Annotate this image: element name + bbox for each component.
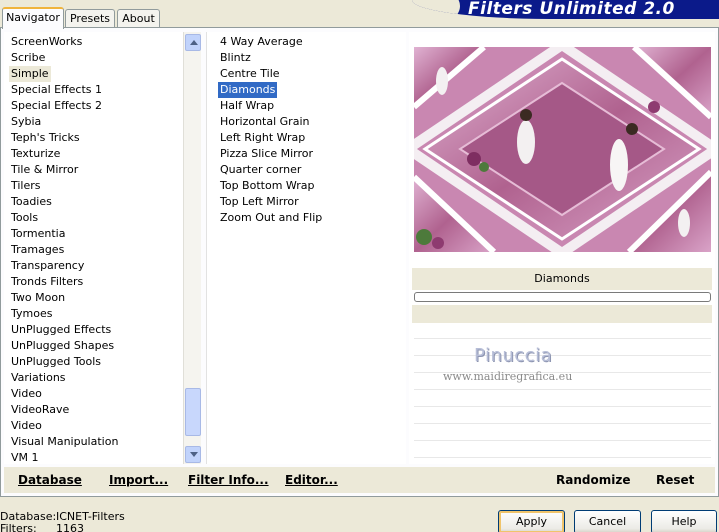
category-item[interactable]: VM 1	[9, 450, 41, 464]
filter-item[interactable]: Pizza Slice Mirror	[218, 146, 315, 162]
watermark-url: www.maidiregrafica.eu	[443, 370, 573, 383]
slider-row	[414, 355, 711, 356]
apply-button[interactable]: Apply	[498, 510, 565, 532]
category-item[interactable]: Tormentia	[9, 226, 67, 242]
chevron-down-icon[interactable]	[185, 446, 201, 463]
slider-row	[414, 389, 711, 390]
reset-button[interactable]: Reset	[656, 467, 694, 493]
filter-item[interactable]: 4 Way Average	[218, 34, 305, 50]
category-item[interactable]: VideoRave	[9, 402, 71, 418]
database-button[interactable]: Database	[18, 467, 82, 493]
filter-item[interactable]: Zoom Out and Flip	[218, 210, 324, 226]
filter-item[interactable]: Left Right Wrap	[218, 130, 307, 146]
category-item[interactable]: Special Effects 1	[9, 82, 104, 98]
category-item[interactable]: Tymoes	[9, 306, 54, 322]
category-item[interactable]: Two Moon	[9, 290, 67, 306]
filter-item[interactable]: Blintz	[218, 50, 253, 66]
slider-row	[414, 423, 711, 424]
scrollbar-thumb[interactable]	[185, 388, 201, 436]
tab-presets[interactable]: Presets	[65, 9, 115, 28]
slider-row	[414, 440, 711, 441]
category-scrollbar[interactable]	[183, 32, 201, 464]
category-item[interactable]: Visual Manipulation	[9, 434, 120, 450]
category-item[interactable]: UnPlugged Shapes	[9, 338, 116, 354]
filter-info-button[interactable]: Filter Info...	[188, 467, 269, 493]
control-area	[412, 305, 712, 323]
category-item[interactable]: Video	[9, 418, 44, 434]
status-filters: Filters: 1163	[0, 522, 84, 532]
category-item[interactable]: UnPlugged Effects	[9, 322, 113, 338]
status-filters-value: 1163	[56, 522, 84, 532]
status-filters-label: Filters:	[0, 522, 37, 532]
chevron-up-icon[interactable]	[185, 34, 201, 51]
slider-row	[414, 338, 711, 339]
category-item[interactable]: Scribe	[9, 50, 47, 66]
app-title: Filters Unlimited 2.0	[468, 0, 675, 19]
category-item[interactable]: Variations	[9, 370, 68, 386]
help-button[interactable]: Help	[651, 510, 717, 532]
cancel-button[interactable]: Cancel	[574, 510, 641, 532]
filter-item[interactable]: Diamonds	[218, 82, 278, 98]
preview-filter-name: Diamonds	[412, 268, 712, 290]
randomize-button[interactable]: Randomize	[556, 467, 630, 493]
filter-item[interactable]: Centre Tile	[218, 66, 282, 82]
category-item[interactable]: Texturize	[9, 146, 62, 162]
filter-item[interactable]: Top Left Mirror	[218, 194, 301, 210]
category-item[interactable]: Tile & Mirror	[9, 162, 80, 178]
slider-row	[414, 457, 711, 458]
category-item[interactable]: Video	[9, 386, 44, 402]
watermark-name: Pinuccia	[474, 345, 553, 366]
filter-item[interactable]: Half Wrap	[218, 98, 276, 114]
filter-item[interactable]: Quarter corner	[218, 162, 303, 178]
category-list[interactable]: ScreenWorks Scribe Simple Special Effects 1…	[4, 32, 184, 464]
filter-item[interactable]: Horizontal Grain	[218, 114, 311, 130]
progress-bar	[414, 292, 711, 302]
category-item[interactable]: Tilers	[9, 178, 43, 194]
category-item[interactable]: Tronds Filters	[9, 274, 85, 290]
category-item[interactable]: Tools	[9, 210, 40, 226]
category-item[interactable]: Tramages	[9, 242, 66, 258]
preview-image	[414, 47, 711, 252]
category-item[interactable]: UnPlugged Tools	[9, 354, 103, 370]
category-item[interactable]: Teph's Tricks	[9, 130, 82, 146]
category-item[interactable]: Toadies	[9, 194, 54, 210]
filter-list[interactable]: 4 Way Average Blintz Centre Tile Diamonds Ha…	[206, 32, 406, 464]
diamonds-preview-art	[414, 47, 711, 252]
filter-item[interactable]: Top Bottom Wrap	[218, 178, 317, 194]
category-item[interactable]: Sybia	[9, 114, 43, 130]
editor-button[interactable]: Editor...	[285, 467, 338, 493]
category-item[interactable]: Special Effects 2	[9, 98, 104, 114]
tab-navigator[interactable]: Navigator	[2, 7, 64, 29]
slider-row	[414, 406, 711, 407]
category-item[interactable]: ScreenWorks	[9, 34, 84, 50]
category-item[interactable]: Transparency	[9, 258, 86, 274]
category-item[interactable]: Simple	[9, 66, 51, 82]
tab-about[interactable]: About	[117, 9, 160, 28]
import-button[interactable]: Import...	[109, 467, 168, 493]
